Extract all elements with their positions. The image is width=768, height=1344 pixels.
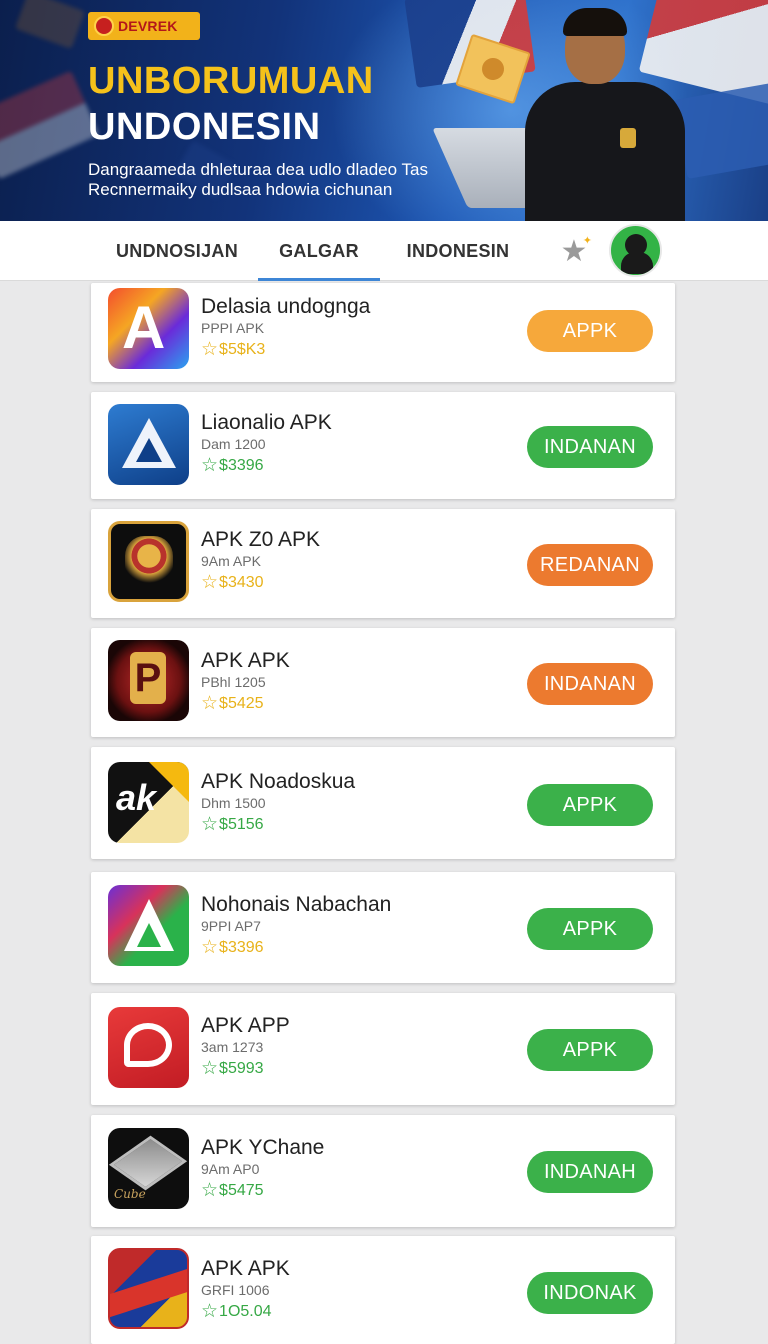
app-name: APK Z0 APK [201,528,321,551]
logo-emblem-icon [94,16,114,36]
app-rating: ☆ $5156 [201,814,264,835]
app-name: APK APK [201,649,290,672]
logo-text: DEVREK [118,18,178,34]
gradient-a-icon: A [108,288,189,369]
rating-star-icon: ☆ [201,1180,219,1201]
app-list-item[interactable]: A Delasia undogngа PPPI APK ☆ $5$K3 APPK [91,283,675,382]
app-name: APK APK [201,1257,290,1280]
app-list-item[interactable]: P APK APK PBhl 1205 ☆ $5425 INDANAN [91,628,675,737]
uniform-badge [620,128,636,148]
tab-galgar[interactable]: GALGAR [258,221,380,281]
app-name: Liaonalio APK [201,411,332,434]
download-button[interactable]: INDANAN [527,426,653,468]
rating-star-icon: ☆ [201,814,219,835]
rating-star-icon: ☆ [201,693,219,714]
app-list-item[interactable]: Liaonalio APK Dam 1200 ☆ $3396 INDANAN [91,392,675,499]
app-rating: ☆ $5425 [201,693,264,714]
app-meta: Dam 1200 [201,436,266,452]
app-rating: ☆ 1O5.04 [201,1301,272,1322]
download-button[interactable]: APPK [527,310,653,352]
tab-undnosijan[interactable]: UNDNOSIJAN [104,221,250,281]
app-meta: 9Am AP0 [201,1161,260,1177]
app-meta: Dhm 1500 [201,795,266,811]
banner-subline-1: Dangraameda dhleturaa dea udlo dladeo Ta… [88,160,428,179]
app-name: APK YChane [201,1136,325,1159]
person-hair [563,8,627,36]
chat-bubble-icon [108,1007,189,1088]
user-avatar[interactable] [609,224,662,277]
rating-star-icon: ☆ [201,339,219,360]
app-list-item[interactable]: APK Z0 APK 9Am APK ☆ $3430 REDANAN [91,509,675,618]
person-body [525,82,685,221]
app-name: APK APP [201,1014,290,1037]
brand-logo[interactable]: DEVREK [88,12,200,40]
multicolor-triangle-icon [108,885,189,966]
app-meta: PBhl 1205 [201,674,266,690]
app-list-item[interactable]: APK APP 3am 1273 ☆ $5993 APPK [91,993,675,1105]
app-meta: GRFI 1006 [201,1282,270,1298]
blue-triangle-icon [108,404,189,485]
app-list-item[interactable]: APK APK GRFI 1006 ☆ 1O5.04 INDONAK [91,1236,675,1344]
app-list-item[interactable]: Nohonais Nabachan 9PPI AP7 ☆ $3396 APPK [91,872,675,983]
download-button[interactable]: REDANAN [527,544,653,586]
download-button[interactable]: INDANAN [527,663,653,705]
app-rating: ☆ $3396 [201,937,264,958]
app-name: Nohonais Nabachan [201,893,392,916]
banner-subline-2: Recnnermaiky dudlsaa hdowia cichunan [88,180,393,199]
download-button[interactable]: APPK [527,908,653,950]
flag-badge-icon [108,1248,189,1329]
app-rating: ☆ $3430 [201,572,264,593]
rating-star-icon: ☆ [201,1301,219,1322]
rating-star-icon: ☆ [201,937,219,958]
download-button[interactable]: INDONAK [527,1272,653,1314]
app-rating: ☆ $3396 [201,455,264,476]
app-list-item[interactable]: ak APK Noadoskua Dhm 1500 ☆ $5156 APPK [91,747,675,859]
hero-banner: DEVREK UNBORUMUAN UNDONESIN Dangraameda … [0,0,768,221]
banner-headline-1: UNBORUMUAN [88,60,374,102]
flag-decoration [14,0,86,50]
app-rating: ☆ $5$K3 [201,339,266,360]
banner-headline-2: UNDONESIN [88,106,321,148]
cube-icon: Cube [108,1128,189,1209]
avatar-body-icon [621,252,653,274]
rating-star-icon: ☆ [201,572,219,593]
rating-star-icon: ☆ [201,1058,219,1079]
flag-decoration [0,70,100,180]
officer-illustration [432,8,700,221]
app-rating: ☆ $5475 [201,1180,264,1201]
garuda-emblem-icon [108,521,189,602]
app-rating: ☆ $5993 [201,1058,264,1079]
app-list-item[interactable]: Cube APK YChane 9Am AP0 ☆ $5475 INDANAH [91,1115,675,1227]
download-button[interactable]: APPK [527,1029,653,1071]
app-meta: 9Am APK [201,553,261,569]
app-meta: PPPI APK [201,320,265,336]
rating-star-icon: ☆ [201,455,219,476]
ak-fold-icon: ak [108,762,189,843]
tab-indonesin[interactable]: INDONESIN [390,221,526,281]
favorites-button[interactable]: ★ ✦ [556,234,592,270]
download-button[interactable]: APPK [527,784,653,826]
sparkle-icon: ✦ [582,235,592,247]
download-button[interactable]: INDANAH [527,1151,653,1193]
p-shield-icon: P [108,640,189,721]
app-name: Delasia undogngа [201,295,371,318]
app-meta: 9PPI AP7 [201,918,261,934]
app-meta: 3am 1273 [201,1039,264,1055]
app-name: APK Noadoskua [201,770,356,793]
